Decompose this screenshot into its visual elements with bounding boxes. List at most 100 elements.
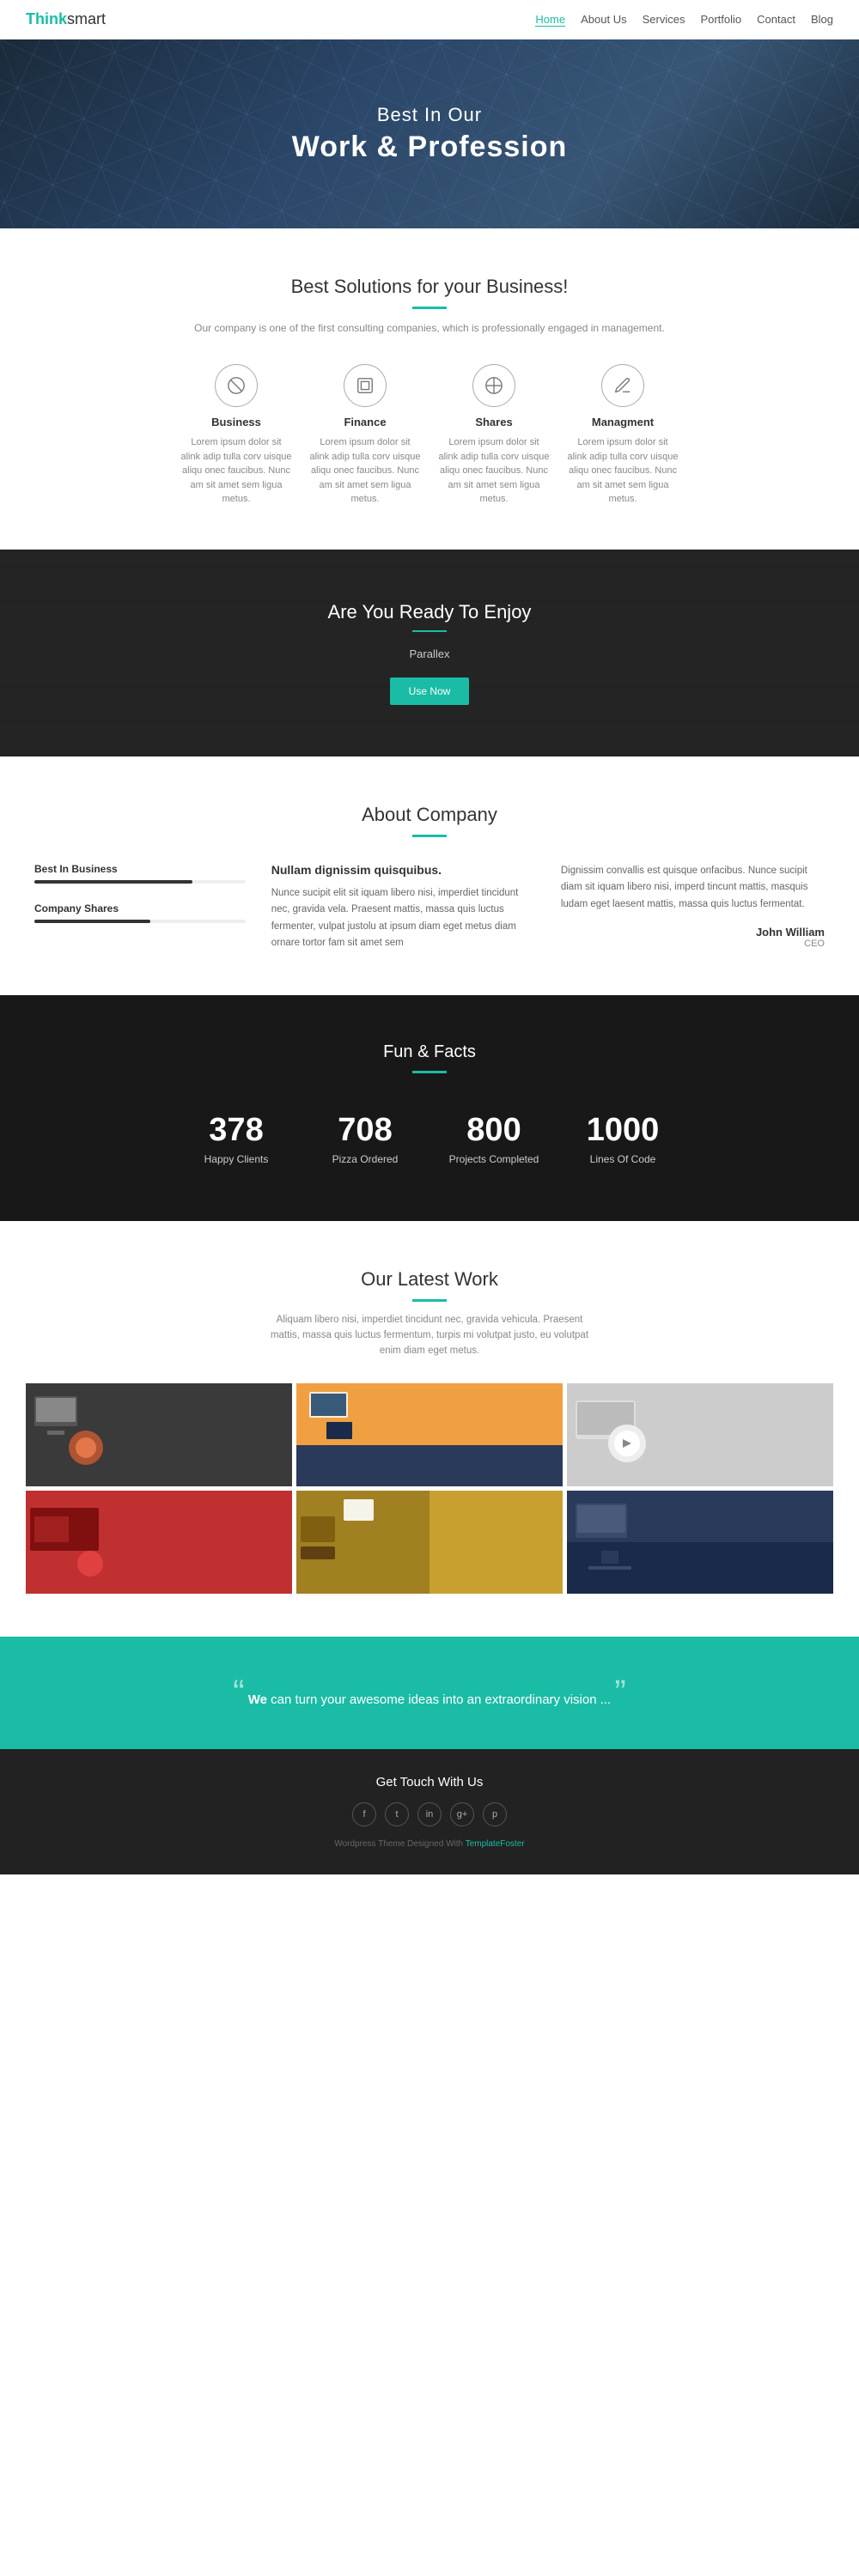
- about-center-title: Nullam dignissim quisquibus.: [271, 863, 535, 877]
- feature-management-desc: Lorem ipsum dolor sit alink adip tulla c…: [567, 435, 679, 507]
- work-thumb-4-icon: [26, 1491, 292, 1594]
- facts-title: Fun & Facts: [17, 1042, 842, 1062]
- stat-label-2: Company Shares: [34, 902, 246, 914]
- work-thumb-3-icon: [567, 1383, 833, 1486]
- stat-label-1: Best In Business: [34, 863, 246, 875]
- solutions-subtitle: Our company is one of the first consulti…: [34, 322, 825, 334]
- feature-management-name: Managment: [567, 416, 679, 428]
- nav-item-contact[interactable]: Contact: [757, 13, 795, 26]
- fact-happy-clients: 378 Happy Clients: [172, 1103, 301, 1174]
- work-title: Our Latest Work: [26, 1268, 833, 1291]
- hero-title: Work & Profession: [292, 131, 568, 164]
- quote-body: can turn your awesome ideas into an extr…: [267, 1692, 611, 1707]
- parallax-section: Are You Ready To Enjoy Parallex Use Now: [0, 550, 859, 756]
- feature-business-name: Business: [180, 416, 292, 428]
- work-item-2[interactable]: [296, 1383, 563, 1486]
- about-author: John William: [561, 926, 825, 939]
- quote-section: “ We can turn your awesome ideas into an…: [0, 1637, 859, 1750]
- work-thumb-1-icon: [26, 1383, 292, 1486]
- parallax-title: Are You Ready To Enjoy: [17, 601, 842, 623]
- solutions-divider: [412, 307, 447, 309]
- footer-social-icons: f t in g+ p: [17, 1802, 842, 1826]
- work-item-1[interactable]: [26, 1383, 292, 1486]
- use-now-button[interactable]: Use Now: [390, 677, 470, 705]
- work-item-4[interactable]: [26, 1491, 292, 1594]
- stat-bar-bg-1: [34, 880, 246, 884]
- footer-title: Get Touch With Us: [17, 1775, 842, 1789]
- hero-section: Best In Our Work & Profession: [0, 39, 859, 228]
- feature-business: Business Lorem ipsum dolor sit alink adi…: [180, 364, 292, 507]
- nav-item-services[interactable]: Services: [643, 13, 685, 26]
- about-grid: Best In Business Company Shares Nullam d…: [34, 863, 825, 952]
- solutions-section: Best Solutions for your Business! Our co…: [0, 228, 859, 550]
- work-item-6[interactable]: [567, 1491, 833, 1594]
- finance-icon: [344, 364, 387, 407]
- features-grid: Business Lorem ipsum dolor sit alink adi…: [34, 364, 825, 507]
- footer-pinterest-icon[interactable]: p: [483, 1802, 507, 1826]
- work-item-3[interactable]: [567, 1383, 833, 1486]
- fact-pizza: 708 Pizza Ordered: [301, 1103, 430, 1174]
- fact-number-4: 1000: [567, 1112, 679, 1149]
- work-thumb-2-icon: [296, 1383, 563, 1486]
- fact-number-2: 708: [309, 1112, 421, 1149]
- feature-shares-desc: Lorem ipsum dolor sit alink adip tulla c…: [438, 435, 550, 507]
- hero-content: Best In Our Work & Profession: [292, 104, 568, 164]
- fact-label-3: Projects Completed: [438, 1153, 550, 1165]
- nav-item-about[interactable]: About Us: [581, 13, 626, 26]
- nav-item-home[interactable]: Home: [535, 13, 565, 26]
- feature-business-desc: Lorem ipsum dolor sit alink adip tulla c…: [180, 435, 292, 507]
- about-center-text: Nunce sucipit elit sit iquam libero nisi…: [271, 885, 535, 952]
- about-right-text: Dignissim convallis est quisque onfacibu…: [561, 863, 825, 914]
- footer: Get Touch With Us f t in g+ p Wordpress …: [0, 1749, 859, 1874]
- footer-googleplus-icon[interactable]: g+: [450, 1802, 474, 1826]
- stat-company-shares: Company Shares: [34, 902, 246, 923]
- stat-bar-bg-2: [34, 920, 246, 923]
- quote-strong: We: [248, 1692, 267, 1707]
- footer-twitter-icon[interactable]: t: [385, 1802, 409, 1826]
- facts-grid: 378 Happy Clients 708 Pizza Ordered 800 …: [17, 1103, 842, 1174]
- feature-management: Managment Lorem ipsum dolor sit alink ad…: [567, 364, 679, 507]
- management-icon: [601, 364, 644, 407]
- work-item-5[interactable]: [296, 1491, 563, 1594]
- fact-number-3: 800: [438, 1112, 550, 1149]
- solutions-title: Best Solutions for your Business!: [34, 276, 825, 298]
- fact-projects: 800 Projects Completed: [430, 1103, 558, 1174]
- feature-finance-desc: Lorem ipsum dolor sit alink adip tulla c…: [309, 435, 421, 507]
- quote-text: “ We can turn your awesome ideas into an…: [223, 1675, 636, 1711]
- nav-item-portfolio[interactable]: Portfolio: [700, 13, 741, 26]
- facts-divider: [412, 1071, 447, 1073]
- work-divider: [412, 1299, 447, 1302]
- footer-credit-link[interactable]: TemplateFoster: [466, 1839, 525, 1849]
- stat-best-in-business: Best In Business: [34, 863, 246, 884]
- about-title: About Company: [34, 804, 825, 826]
- logo: Thinksmart: [26, 10, 106, 28]
- shares-icon: [472, 364, 515, 407]
- nav-menu: Home About Us Services Portfolio Contact…: [535, 13, 833, 26]
- about-divider: [412, 835, 447, 837]
- work-subtitle: Aliquam libero nisi, imperdiet tincidunt…: [266, 1312, 593, 1359]
- about-center: Nullam dignissim quisquibus. Nunce sucip…: [271, 863, 535, 952]
- fact-label-2: Pizza Ordered: [309, 1153, 421, 1165]
- fact-label-4: Lines Of Code: [567, 1153, 679, 1165]
- work-thumb-5-icon: [296, 1491, 563, 1594]
- footer-facebook-icon[interactable]: f: [352, 1802, 376, 1826]
- fact-number-1: 378: [180, 1112, 292, 1149]
- feature-shares: Shares Lorem ipsum dolor sit alink adip …: [438, 364, 550, 507]
- parallax-divider: [412, 630, 447, 632]
- quote-open-icon: “: [233, 1674, 244, 1711]
- footer-credit: Wordpress Theme Designed With TemplateFo…: [17, 1839, 842, 1849]
- feature-finance-name: Finance: [309, 416, 421, 428]
- nav-item-blog[interactable]: Blog: [811, 13, 833, 26]
- quote-close-icon: ”: [614, 1674, 625, 1711]
- stat-bar-fill-2: [34, 920, 150, 923]
- work-thumb-6-icon: [567, 1491, 833, 1594]
- about-role: CEO: [561, 939, 825, 949]
- logo-think: Think: [26, 10, 67, 27]
- about-stats: Best In Business Company Shares: [34, 863, 246, 942]
- fact-lines-of-code: 1000 Lines Of Code: [558, 1103, 687, 1174]
- parallax-subtitle: Parallex: [17, 647, 842, 660]
- about-section: About Company Best In Business Company S…: [0, 756, 859, 995]
- footer-linkedin-icon[interactable]: in: [417, 1802, 442, 1826]
- fact-label-1: Happy Clients: [180, 1153, 292, 1165]
- business-icon: [215, 364, 258, 407]
